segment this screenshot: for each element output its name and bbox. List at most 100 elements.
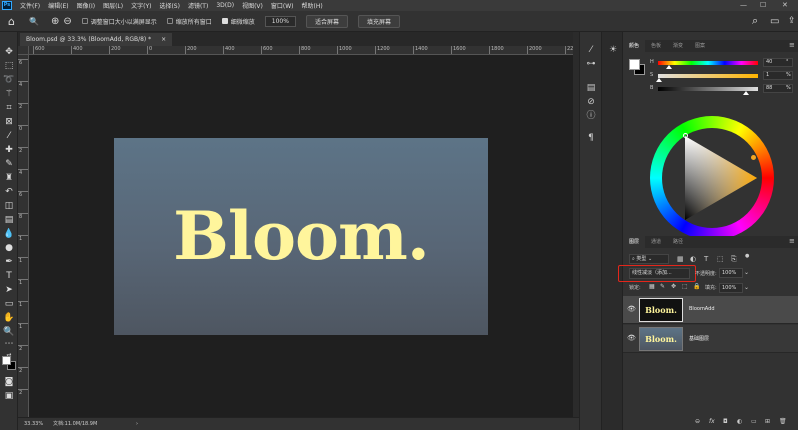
lasso-tool-icon[interactable]: ➰ <box>3 74 15 86</box>
zoom-in-icon[interactable]: ⊕ <box>51 16 59 27</box>
marquee-tool-icon[interactable]: ⬚ <box>3 60 15 72</box>
layer-row[interactable]: 👁 Bloom. 基础图层 <box>623 325 798 353</box>
triangle-picker-handle[interactable] <box>683 133 688 138</box>
filter-adjustment-icon[interactable]: ◐ <box>690 255 696 263</box>
document-tab[interactable]: Bloom.psd @ 33.3% (BloomAdd, RGB/8) * × <box>20 33 173 46</box>
fill-field[interactable]: 100% <box>719 283 743 293</box>
status-zoom[interactable]: 33.33% <box>24 418 43 430</box>
maximize-button[interactable]: ☐ <box>760 1 766 9</box>
color-triangle[interactable] <box>650 116 774 240</box>
filter-pixel-icon[interactable]: ▦ <box>677 255 684 263</box>
document-canvas[interactable]: Bloom. <box>114 138 488 335</box>
brush-presets-icon[interactable]: ⊶ <box>584 58 598 71</box>
fill-dropdown-icon[interactable]: ⌄ <box>744 284 749 291</box>
zoom-value-field[interactable]: 100% <box>264 15 296 27</box>
move-tool-icon[interactable]: ✥ <box>3 46 15 58</box>
lock-transparent-icon[interactable]: ▦ <box>649 283 655 290</box>
more-tools-icon[interactable]: ⋯ <box>3 338 15 350</box>
menu-filter[interactable]: 滤镜(T) <box>188 1 208 10</box>
resize-windows-checkbox[interactable] <box>81 18 88 24</box>
zoom-tool-icon[interactable]: 🔍 <box>3 326 15 338</box>
menu-view[interactable]: 视图(V) <box>242 1 263 10</box>
hand-tool-icon[interactable]: ✋ <box>3 312 15 324</box>
layer-filter-dropdown[interactable]: ⌕ 类型 ⌄ <box>629 254 669 264</box>
saturation-slider-thumb[interactable] <box>656 78 662 82</box>
actions-icon[interactable]: ⊘ <box>584 96 598 109</box>
menu-edit[interactable]: 编辑(E) <box>48 1 68 10</box>
lock-image-icon[interactable]: ✎ <box>660 283 665 290</box>
status-arrow-icon[interactable]: › <box>136 418 138 430</box>
search-icon[interactable]: ⌕ <box>752 14 758 28</box>
filter-shape-icon[interactable]: ⬚ <box>717 255 724 263</box>
eyedropper-tool-icon[interactable]: ⁄ <box>3 130 15 142</box>
color-wheel[interactable] <box>650 116 774 240</box>
adjustment-layer-icon[interactable]: ◐ <box>737 418 742 425</box>
quick-mask-icon[interactable]: ◙ <box>3 376 15 388</box>
tab-paths[interactable]: 路径 <box>667 236 689 248</box>
magic-wand-tool-icon[interactable]: ⚚ <box>3 88 15 100</box>
menu-type[interactable]: 文字(Y) <box>131 1 151 10</box>
gradient-tool-icon[interactable]: ▤ <box>3 214 15 226</box>
hue-value[interactable]: 40 ° <box>763 58 793 67</box>
zoom-out-icon[interactable]: ⊖ <box>63 16 71 27</box>
menu-select[interactable]: 选择(S) <box>159 1 180 10</box>
zoom-tool-icon[interactable]: 🔍 <box>29 17 39 26</box>
fit-screen-button[interactable]: 适合屏幕 <box>305 14 348 28</box>
zoom-all-windows-checkbox[interactable] <box>166 18 173 24</box>
foreground-color-swatch[interactable] <box>2 356 11 365</box>
adjustments-icon[interactable]: ☀ <box>606 44 620 57</box>
layer-visibility-eye-icon[interactable]: 👁 <box>627 305 636 313</box>
new-group-icon[interactable]: ▭ <box>751 418 757 425</box>
layers-panel-menu-icon[interactable]: ≡ <box>789 237 795 245</box>
pen-tool-icon[interactable]: ✒ <box>3 256 15 268</box>
menu-file[interactable]: 文件(F) <box>20 1 40 10</box>
minimize-button[interactable]: — <box>740 1 747 9</box>
history-brush-tool-icon[interactable]: ↶ <box>3 186 15 198</box>
blur-tool-icon[interactable]: 💧 <box>3 228 15 240</box>
scrubby-zoom-checkbox[interactable] <box>221 18 228 24</box>
menu-3d[interactable]: 3D(D) <box>216 2 234 9</box>
fill-screen-button[interactable]: 填充屏幕 <box>357 14 400 28</box>
canvas-area[interactable]: Bloom. <box>29 55 573 417</box>
filter-smart-object-icon[interactable]: ⎘ <box>731 255 737 264</box>
layer-visibility-eye-icon[interactable]: 👁 <box>627 334 636 342</box>
hue-ring-handle[interactable] <box>750 154 757 161</box>
layer-name[interactable]: BloomAdd <box>689 306 715 312</box>
eraser-tool-icon[interactable]: ◫ <box>3 200 15 212</box>
lock-position-icon[interactable]: ✥ <box>671 283 676 290</box>
layer-mask-icon[interactable]: ◘ <box>723 418 728 425</box>
history-icon[interactable]: ▤ <box>584 82 598 95</box>
frame-tool-icon[interactable]: ⊠ <box>3 116 15 128</box>
menu-help[interactable]: 帮助(H) <box>302 1 323 10</box>
panel-menu-icon[interactable]: ≡ <box>789 41 795 49</box>
opacity-dropdown-icon[interactable]: ⌄ <box>744 269 749 276</box>
share-icon[interactable]: ⇪ <box>788 16 796 26</box>
menu-layer[interactable]: 图层(L) <box>103 1 123 10</box>
path-selection-tool-icon[interactable]: ➤ <box>3 284 15 296</box>
close-button[interactable]: ✕ <box>782 1 788 9</box>
hue-slider-thumb[interactable] <box>666 65 672 69</box>
saturation-value[interactable]: 1 % <box>763 71 793 80</box>
rectangle-tool-icon[interactable]: ▭ <box>3 298 15 310</box>
document-tab-close-icon[interactable]: × <box>161 36 166 43</box>
opacity-field[interactable]: 100% <box>719 268 743 278</box>
filter-toggle-icon[interactable]: ● <box>745 253 749 259</box>
new-layer-icon[interactable]: ⊞ <box>765 418 770 425</box>
lock-artboard-icon[interactable]: ⬚ <box>682 283 688 290</box>
lock-all-icon[interactable]: 🔒 <box>693 283 700 290</box>
brightness-value[interactable]: 88 % <box>763 84 793 93</box>
tab-swatches[interactable]: 色板 <box>645 40 667 52</box>
home-icon[interactable]: ⌂ <box>8 15 15 28</box>
tab-channels[interactable]: 通道 <box>645 236 667 248</box>
workspace-icon[interactable]: ▭ <box>770 16 779 27</box>
dodge-tool-icon[interactable]: ● <box>3 242 15 254</box>
layer-style-icon[interactable]: fx <box>709 418 715 425</box>
saturation-slider[interactable] <box>658 74 758 78</box>
color-fg-swatch[interactable] <box>629 59 640 70</box>
info-icon[interactable]: ⓘ <box>584 110 598 123</box>
paragraph-icon[interactable]: ¶ <box>584 132 598 145</box>
delete-layer-icon[interactable]: 🗑 <box>779 418 787 425</box>
tab-layers[interactable]: 图层 <box>623 236 646 248</box>
tab-color[interactable]: 颜色 <box>623 40 646 52</box>
filter-type-icon[interactable]: T <box>704 255 708 263</box>
